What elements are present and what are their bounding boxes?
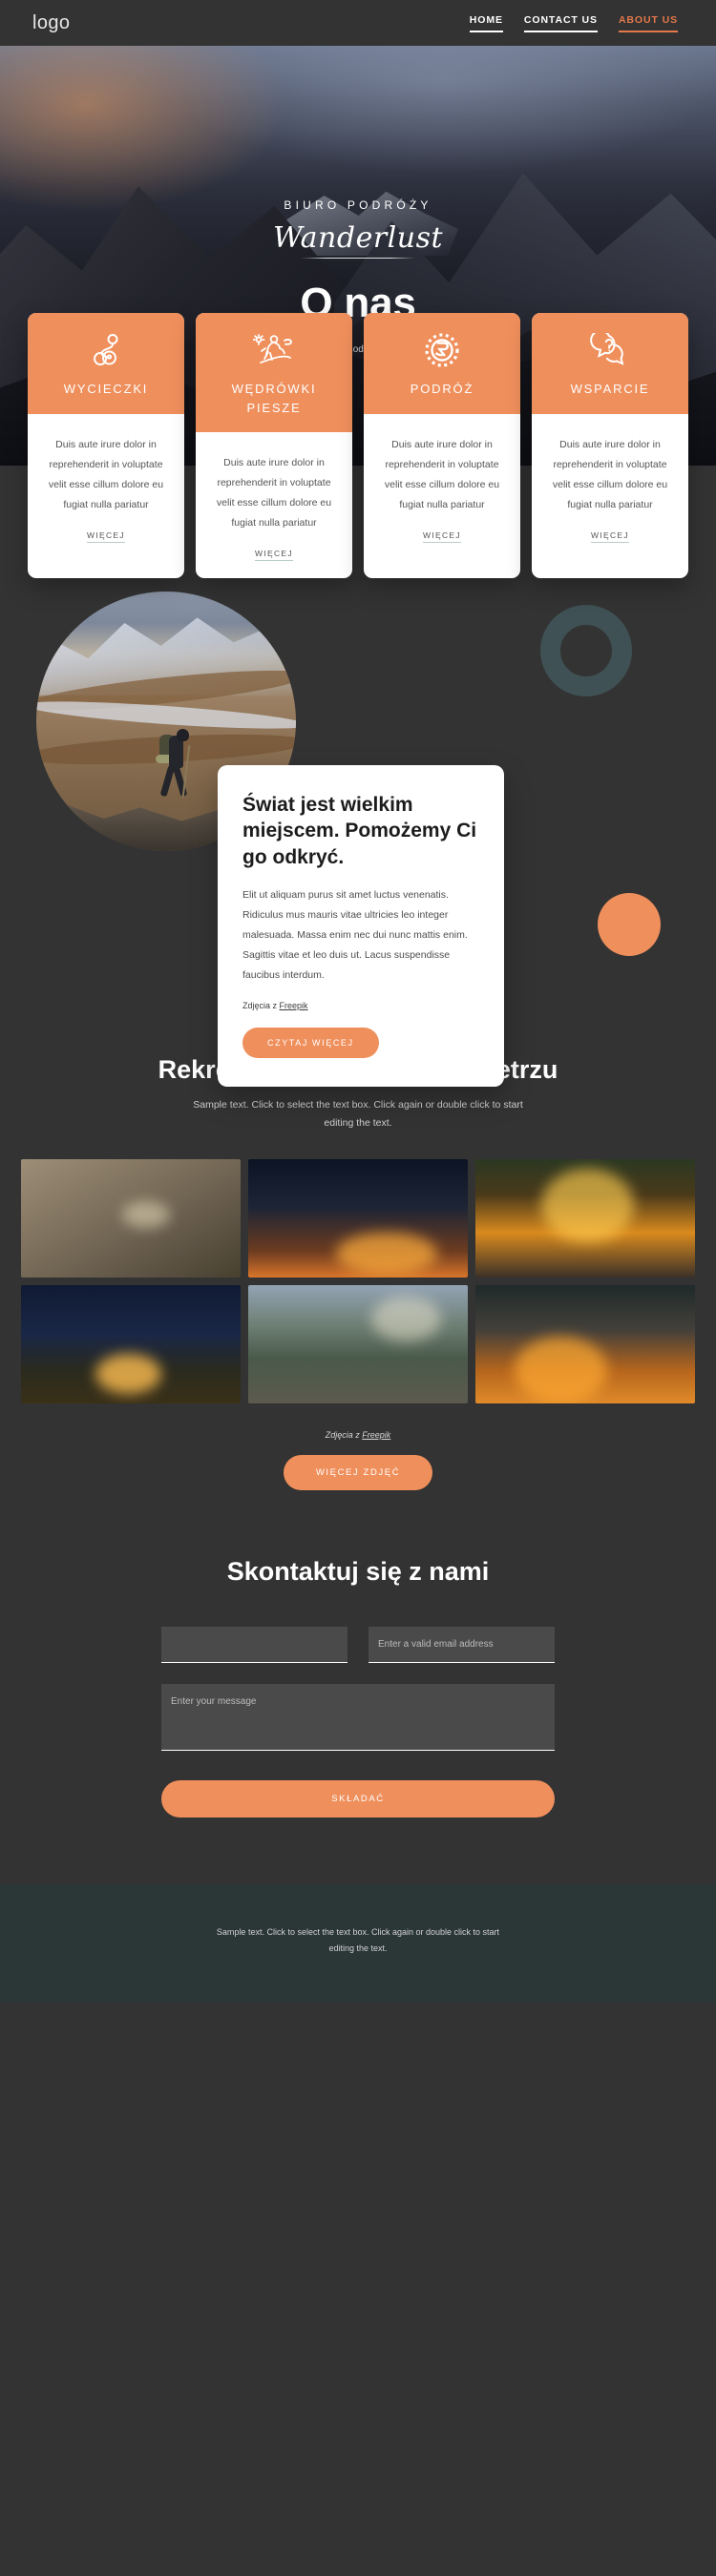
hero-brand-flourish	[301, 258, 415, 259]
route-pin-icon	[37, 332, 175, 368]
feature-card-link[interactable]: WIĘCEJ	[255, 549, 293, 561]
email-field[interactable]	[369, 1626, 555, 1663]
gallery-tile-mountain-valley[interactable]	[248, 1284, 468, 1403]
site-footer: Sample text. Click to select the text bo…	[0, 1883, 716, 2003]
feature-card-text: Duis aute irure dolor in reprehenderit i…	[384, 438, 500, 510]
site-logo[interactable]: logo	[32, 12, 70, 34]
gallery-credit-prefix: Zdjęcia z	[325, 1429, 363, 1440]
message-field[interactable]	[161, 1683, 555, 1751]
feature-card-text: Duis aute irure dolor in reprehenderit i…	[552, 438, 668, 510]
feature-card-body: Duis aute irure dolor in reprehenderit i…	[364, 414, 520, 579]
hero-brand-script: Wanderlust	[272, 221, 444, 255]
footer-text: Sample text. Click to select the text bo…	[216, 1926, 500, 1953]
story-section: Świat jest wielkim miejscem. Pomożemy Ci…	[0, 578, 716, 1087]
feature-card-header: WĘDRÓWKI PIESZE	[196, 313, 352, 432]
decorative-ring	[540, 605, 632, 696]
contact-title: Skontaktuj się z nami	[226, 1556, 490, 1586]
feature-card-title: WYCIECZKI	[63, 382, 149, 396]
page-root: logo HOME CONTACT US ABOUT US BIURO PODR…	[0, 0, 716, 2576]
feature-card-wsparcie[interactable]: WSPARCIE Duis aute irure dolor in repreh…	[532, 313, 688, 578]
story-title: Świat jest wielkim miejscem. Pomożemy Ci…	[242, 794, 477, 868]
question-chat-icon	[541, 332, 679, 368]
site-header: logo HOME CONTACT US ABOUT US	[0, 0, 716, 46]
story-card: Świat jest wielkim miejscem. Pomożemy Ci…	[218, 765, 504, 1087]
feature-card-text: Duis aute irure dolor in reprehenderit i…	[216, 457, 332, 529]
gallery-tile-campfire-logs[interactable]	[475, 1158, 695, 1278]
feature-card-header: PODRÓŻ	[364, 313, 520, 414]
read-more-button[interactable]: CZYTAJ WIĘCEJ	[242, 1027, 379, 1058]
hero-content: BIURO PODRÓŻY Wanderlust O nas Obraz poc…	[0, 46, 716, 355]
feature-card-wycieczki[interactable]: WYCIECZKI Duis aute irure dolor in repre…	[28, 313, 184, 578]
gallery-section: Rekreacja na świeżym powietrzu Sample te…	[0, 1017, 716, 1490]
decorative-circle	[598, 893, 661, 956]
contact-form-row	[161, 1626, 555, 1663]
feature-card-title: WSPARCIE	[570, 382, 650, 396]
nav-item-home[interactable]: HOME	[469, 14, 503, 32]
feature-card-body: Duis aute irure dolor in reprehenderit i…	[532, 414, 688, 579]
hero-kicker: BIURO PODRÓŻY	[284, 198, 432, 212]
story-credit-link[interactable]: Freepik	[280, 1001, 308, 1010]
feature-card-wedrowki-piesze[interactable]: WĘDRÓWKI PIESZE Duis aute irure dolor in…	[196, 313, 352, 578]
photo-hiker-figure	[156, 726, 200, 800]
name-field[interactable]	[161, 1626, 347, 1663]
feature-card-header: WYCIECZKI	[28, 313, 184, 414]
contact-section: Skontaktuj się z nami SKŁADAĆ	[0, 1490, 716, 1884]
more-photos-button[interactable]: WIĘCEJ ZDJĘĆ	[283, 1454, 433, 1490]
feature-card-header: WSPARCIE	[532, 313, 688, 414]
nav-item-contact-us[interactable]: CONTACT US	[523, 14, 598, 32]
hiker-icon	[205, 332, 343, 368]
contact-form: SKŁADAĆ	[161, 1626, 555, 1818]
feature-card-link[interactable]: WIĘCEJ	[591, 530, 629, 543]
feature-card-body: Duis aute irure dolor in reprehenderit i…	[28, 414, 184, 579]
story-text: Elit ut aliquam purus sit amet luctus ve…	[242, 888, 468, 981]
gallery-tile-lit-tent-night[interactable]	[21, 1284, 241, 1403]
feature-card-text: Duis aute irure dolor in reprehenderit i…	[48, 438, 164, 510]
submit-button[interactable]: SKŁADAĆ	[161, 1779, 555, 1818]
gallery-tile-couple-campfire[interactable]	[475, 1284, 695, 1403]
gallery-credit-link[interactable]: Freepik	[362, 1430, 390, 1440]
feature-card-title: PODRÓŻ	[410, 382, 474, 396]
globe-icon	[373, 332, 511, 368]
story-image-credit: Zdjęcia z Freepik	[242, 1001, 479, 1010]
gallery-tile-camp-breakfast[interactable]	[21, 1158, 241, 1278]
feature-card-body: Duis aute irure dolor in reprehenderit i…	[196, 432, 352, 578]
feature-card-link[interactable]: WIĘCEJ	[87, 530, 125, 543]
gallery-grid	[0, 1132, 716, 1403]
feature-card-podroz[interactable]: PODRÓŻ Duis aute irure dolor in reprehen…	[364, 313, 520, 578]
feature-card-title: WĘDRÓWKI PIESZE	[231, 382, 317, 415]
gallery-image-credit: Zdjęcia z Freepik	[0, 1430, 716, 1440]
gallery-subtitle: Sample text. Click to select the text bo…	[193, 1099, 523, 1129]
main-navigation: HOME CONTACT US ABOUT US	[469, 14, 678, 32]
gallery-tile-friends-marshmallows[interactable]	[248, 1158, 468, 1278]
feature-card-link[interactable]: WIĘCEJ	[423, 530, 461, 543]
story-credit-prefix: Zdjęcia z	[242, 1000, 280, 1010]
nav-item-about-us[interactable]: ABOUT US	[618, 14, 678, 32]
feature-cards: WYCIECZKI Duis aute irure dolor in repre…	[0, 313, 716, 578]
